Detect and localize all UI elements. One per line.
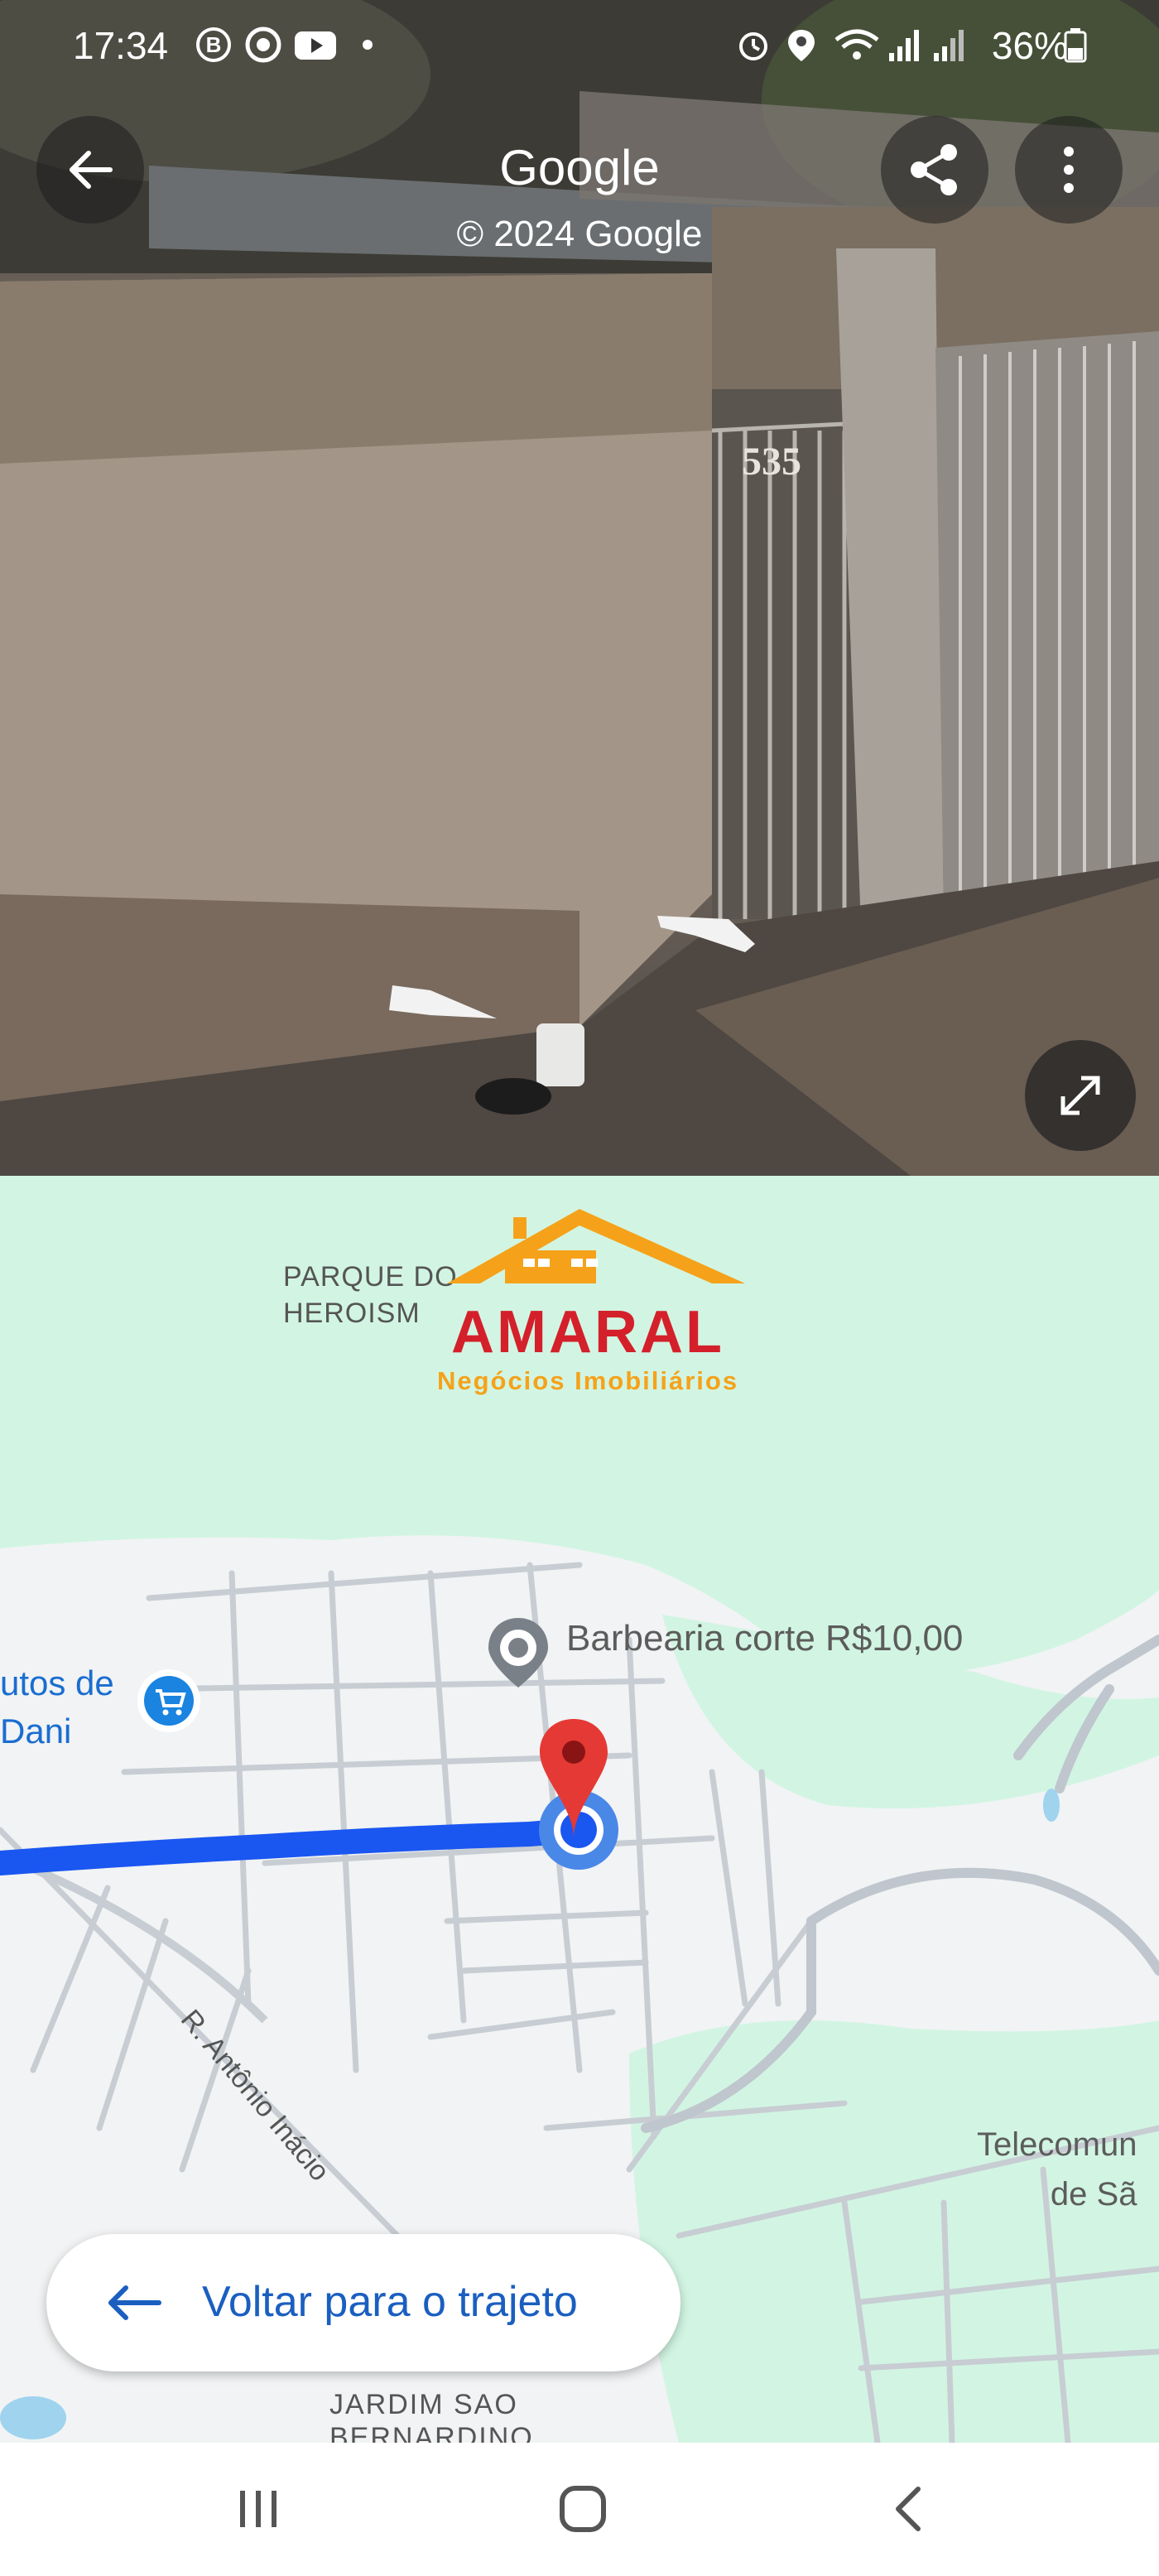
more-vert-icon xyxy=(1064,147,1074,193)
nav-back-button[interactable] xyxy=(868,2476,950,2542)
jardim-line2: BERNARDINO xyxy=(329,2422,534,2443)
shopping-cart-icon[interactable] xyxy=(136,1668,202,1737)
b-icon: B xyxy=(196,27,231,62)
arrow-left-icon xyxy=(108,2285,161,2320)
telecom-line2: de Sã xyxy=(1050,2176,1137,2212)
battery-percent: 36% xyxy=(991,24,1068,67)
map-label-barbearia[interactable]: Barbearia corte R$10,00 xyxy=(566,1618,963,1659)
watermark-tagline: Negócios Imobiliários xyxy=(436,1366,739,1395)
return-to-route-label: Voltar para o trajeto xyxy=(202,2278,578,2326)
alarm-icon xyxy=(739,32,767,60)
share-icon xyxy=(911,144,957,195)
house-number: 535 xyxy=(742,440,801,484)
frutos-line1: utos de xyxy=(0,1664,114,1702)
chrome-icon xyxy=(245,26,281,63)
dot-icon xyxy=(363,40,373,50)
copyright-text: © 2024 Google xyxy=(456,214,703,254)
share-button[interactable] xyxy=(881,116,988,224)
jardim-line1: JARDIM SAO xyxy=(329,2389,518,2420)
destination-pin-icon[interactable] xyxy=(536,1716,611,1856)
amaral-watermark: AMARAL Negócios Imobiliários xyxy=(397,1192,778,1408)
house-logo-icon xyxy=(447,1209,745,1283)
signal-icon xyxy=(889,30,919,61)
youtube-icon xyxy=(295,31,336,60)
recent-apps-icon xyxy=(240,2491,277,2527)
home-button[interactable] xyxy=(541,2476,624,2542)
svg-text:B: B xyxy=(206,32,222,57)
map-view[interactable]: PARQUE DO HEROISM Barbearia corte R$10,0… xyxy=(0,1176,1159,2443)
wifi-icon xyxy=(834,29,879,60)
map-label-telecom[interactable]: Telecomun de Sã xyxy=(977,2120,1137,2219)
home-icon xyxy=(560,2486,606,2532)
frutos-line2: Dani xyxy=(0,1712,72,1750)
expand-icon xyxy=(1060,1076,1100,1115)
map-label-jardim: JARDIM SAO BERNARDINO xyxy=(329,2388,534,2443)
telecom-line1: Telecomun xyxy=(977,2126,1137,2163)
status-time: 17:34 xyxy=(73,24,169,67)
map-label-frutos[interactable]: utos de Dani xyxy=(0,1659,114,1755)
chevron-left-icon xyxy=(896,2487,921,2531)
place-marker-icon[interactable] xyxy=(485,1615,551,1691)
more-options-button[interactable] xyxy=(1015,116,1123,224)
status-bar: 17:34 B 36% xyxy=(0,0,1159,91)
signal-icon xyxy=(934,30,964,61)
watermark-brand: AMARAL xyxy=(451,1299,724,1365)
street-view-panorama[interactable]: 535 17:34 B 36% Google © 2024 Google xyxy=(0,0,1159,1176)
recent-apps-button[interactable] xyxy=(217,2476,300,2542)
battery-icon xyxy=(1064,28,1087,63)
return-to-route-button[interactable]: Voltar para o trajeto xyxy=(46,2234,680,2371)
location-icon xyxy=(788,30,815,61)
system-nav-bar xyxy=(0,2443,1159,2576)
expand-button[interactable] xyxy=(1025,1040,1136,1151)
